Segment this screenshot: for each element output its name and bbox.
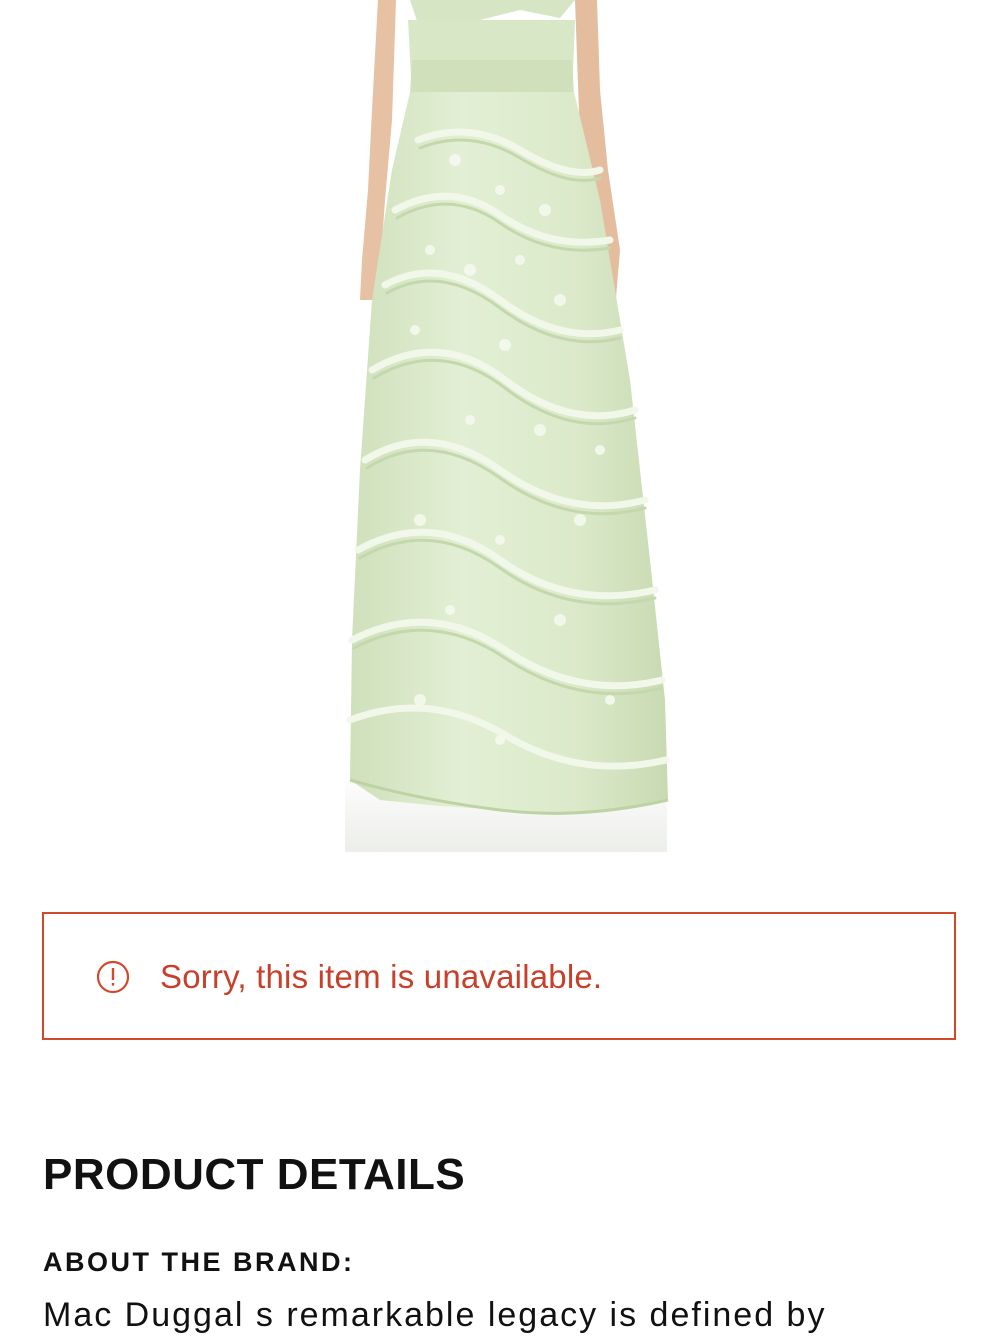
alert-circle-icon xyxy=(96,960,130,994)
unavailable-alert: Sorry, this item is unavailable. xyxy=(42,912,956,1040)
about-brand-label: ABOUT THE BRAND: xyxy=(43,1247,355,1277)
alert-message: Sorry, this item is unavailable. xyxy=(160,958,603,995)
dress-photo xyxy=(345,0,670,852)
product-details-heading: PRODUCT DETAILS xyxy=(43,1150,466,1199)
product-image[interactable] xyxy=(0,0,1000,860)
about-brand-text: Mac Duggal s remarkable legacy is define… xyxy=(43,1296,827,1334)
